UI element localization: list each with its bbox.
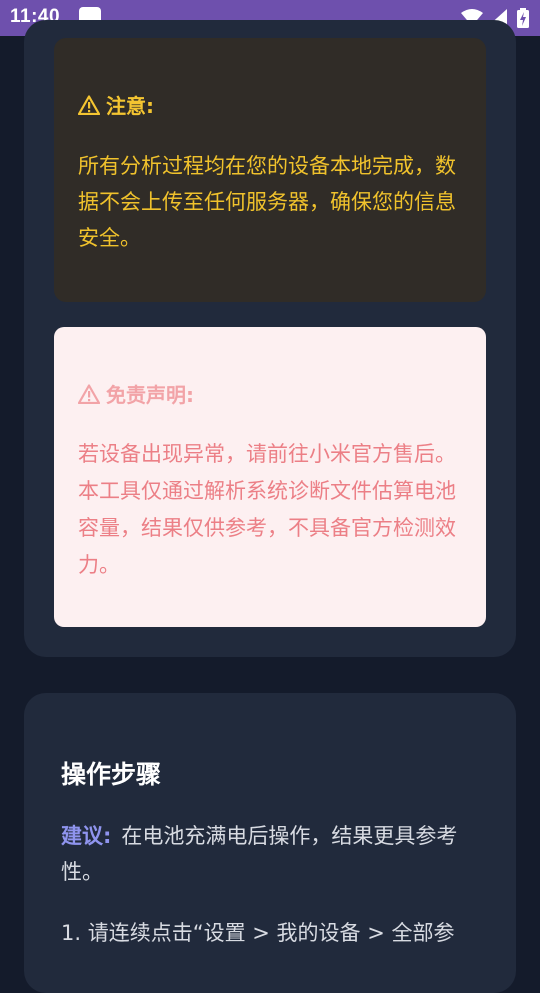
steps-title: 操作步骤 [61, 760, 162, 789]
disclaimer-title: 免责声明: [78, 379, 194, 408]
notice-title-text: 注意: [106, 94, 154, 118]
disclaimer-box: 免责声明: 若设备出现异常，请前往小米官方售后。本工具仅通过解析系统诊断文件估算… [54, 327, 486, 627]
warning-icon [78, 94, 100, 115]
notice-body: 所有分析过程均在您的设备本地完成，数据不会上传至任何服务器，确保您的信息安全。 [78, 154, 456, 250]
warning-icon [78, 383, 100, 404]
steps-suggestion: 建议: 在电池充满电后操作，结果更具参考性。 [61, 818, 491, 890]
disclaimer-body: 若设备出现异常，请前往小米官方售后。本工具仅通过解析系统诊断文件估算电池容量，结… [78, 442, 456, 577]
steps-card: 操作步骤 建议: 在电池充满电后操作，结果更具参考性。 1. 请连续点击“设置 >… [24, 693, 516, 993]
suggestion-text: 在电池充满电后操作，结果更具参考性。 [61, 824, 458, 884]
notice-title: 注意: [78, 90, 154, 119]
suggestion-label: 建议: [61, 824, 112, 848]
disclaimer-title-text: 免责声明: [106, 383, 194, 407]
battery-charging-icon [517, 8, 529, 28]
step-item: 1. 请连续点击“设置 > 我的设备 > 全部参 [61, 921, 455, 945]
notice-box: 注意: 所有分析过程均在您的设备本地完成，数据不会上传至任何服务器，确保您的信息… [54, 38, 486, 302]
